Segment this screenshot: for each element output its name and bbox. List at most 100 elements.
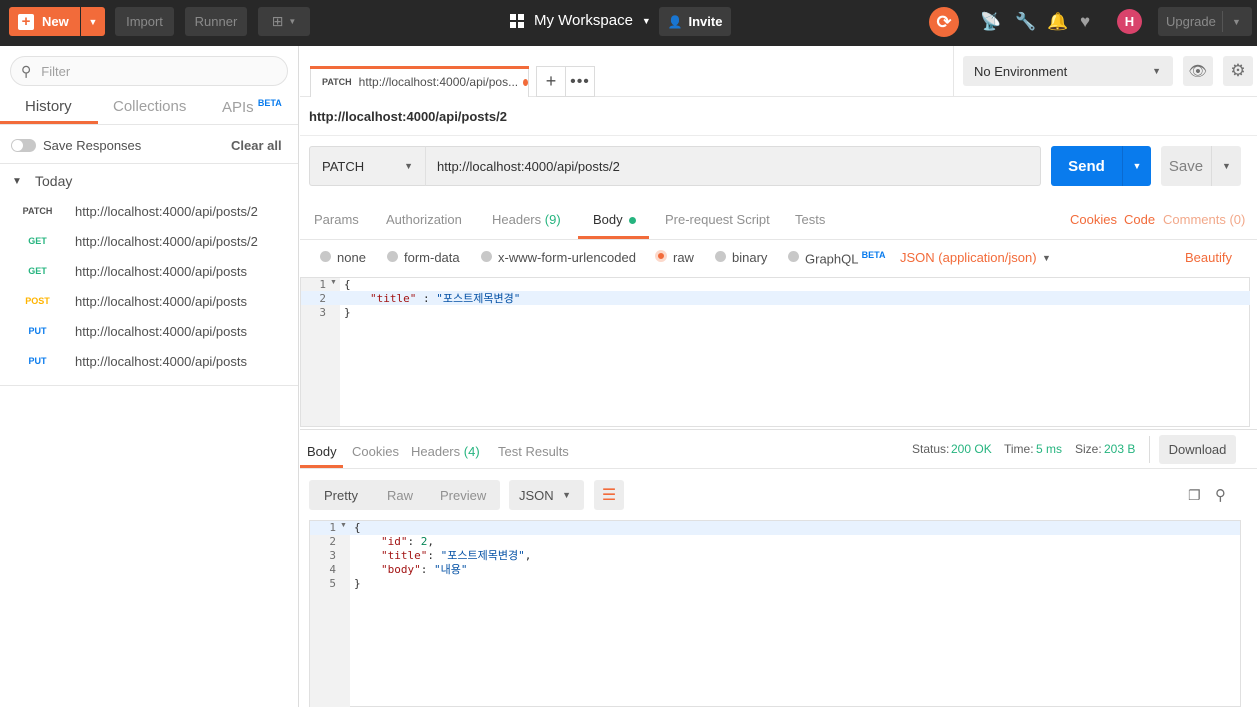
- radio-none-label: none: [337, 250, 366, 265]
- caret-down-icon[interactable]: ▼: [12, 176, 22, 187]
- download-button[interactable]: Download: [1159, 435, 1236, 464]
- history-item-method: PUT: [28, 326, 47, 336]
- upgrade-button[interactable]: Upgrade ▼: [1158, 7, 1252, 36]
- tab-params[interactable]: Params: [314, 212, 359, 227]
- fold-caret-icon[interactable]: ▼: [330, 279, 337, 286]
- wrap-lines-icon[interactable]: ☰: [594, 480, 624, 510]
- content-type-select[interactable]: JSON (application/json): [900, 250, 1037, 265]
- radio-binary-label: binary: [732, 250, 768, 265]
- history-item-url: http://localhost:4000/api/posts/2: [75, 203, 258, 219]
- view-raw-button[interactable]: Raw: [387, 488, 413, 503]
- beta-badge: BETA: [861, 250, 886, 260]
- code-link[interactable]: Code: [1124, 212, 1155, 227]
- filter-input[interactable]: ⚲ Filter: [10, 56, 288, 86]
- workspace-grid-icon: [510, 13, 524, 28]
- history-item-url: http://localhost:4000/api/posts: [75, 353, 248, 369]
- history-item[interactable]: PUT http://localhost:4000/api/posts: [0, 316, 298, 346]
- copy-icon[interactable]: ❐: [1188, 487, 1201, 504]
- code-line: "title": "포스트제목변경",: [381, 549, 532, 562]
- invite-button[interactable]: 👤 Invite: [659, 7, 731, 36]
- tab-collections[interactable]: Collections: [113, 98, 186, 115]
- send-button[interactable]: Send: [1051, 146, 1122, 186]
- status-value[interactable]: 200 OK: [951, 442, 992, 456]
- satellite-icon[interactable]: 📡: [980, 12, 1001, 32]
- radio-graphql-label: GraphQL BETA: [805, 250, 885, 266]
- request-tab[interactable]: PATCH http://localhost:4000/api/pos...: [310, 66, 529, 97]
- search-icon[interactable]: ⚲: [1215, 486, 1226, 504]
- code-line: "body": "내용": [381, 563, 468, 576]
- history-item[interactable]: PUT http://localhost:4000/api/posts: [0, 346, 298, 376]
- comments-link[interactable]: Comments (0): [1163, 212, 1245, 227]
- history-item[interactable]: POST http://localhost:4000/api/posts: [0, 286, 298, 316]
- caret-down-icon[interactable]: ▼: [1042, 253, 1051, 263]
- new-button[interactable]: + New: [9, 7, 80, 36]
- save-button[interactable]: Save: [1161, 146, 1211, 186]
- tab-history[interactable]: History: [25, 98, 72, 115]
- tab-prerequest-script[interactable]: Pre-request Script: [665, 212, 770, 227]
- heart-icon[interactable]: ♥: [1080, 12, 1090, 32]
- caret-down-icon: ▼: [562, 490, 571, 500]
- runner-button[interactable]: Runner: [185, 7, 247, 36]
- avatar[interactable]: H: [1117, 9, 1142, 34]
- format-value: JSON: [519, 487, 554, 503]
- tab-tests[interactable]: Tests: [795, 212, 825, 227]
- history-item[interactable]: GET http://localhost:4000/api/posts/2: [0, 226, 298, 256]
- radio-binary[interactable]: [715, 251, 726, 262]
- view-preview-button[interactable]: Preview: [440, 488, 486, 503]
- add-tab-button[interactable]: +: [536, 66, 566, 97]
- new-window-button[interactable]: ⊞ ▼: [258, 7, 310, 36]
- save-responses-toggle[interactable]: [11, 139, 36, 152]
- method-select[interactable]: PATCH ▼: [309, 146, 426, 186]
- fold-caret-icon[interactable]: ▼: [340, 522, 347, 529]
- time-label: Time:: [1004, 442, 1034, 456]
- json-key: "body": [381, 563, 421, 576]
- line-number: 1: [329, 521, 336, 534]
- request-title[interactable]: http://localhost:4000/api/posts/2: [309, 109, 507, 124]
- save-dropdown-button[interactable]: ▼: [1211, 146, 1241, 186]
- radio-none[interactable]: [320, 251, 331, 262]
- json-key: "id": [381, 535, 408, 548]
- new-dropdown-button[interactable]: ▼: [81, 7, 105, 36]
- beautify-button[interactable]: Beautify: [1185, 250, 1232, 265]
- radio-raw[interactable]: [655, 250, 667, 262]
- tab-authorization[interactable]: Authorization: [386, 212, 462, 227]
- radio-graphql[interactable]: [788, 251, 799, 262]
- import-button[interactable]: Import: [115, 7, 174, 36]
- tab-headers[interactable]: Headers (9): [492, 212, 561, 227]
- response-tab-headers[interactable]: Headers (4): [411, 444, 480, 459]
- format-select[interactable]: JSON ▼: [509, 480, 584, 510]
- response-tab-body[interactable]: Body: [307, 444, 337, 459]
- status-label: Status:: [912, 442, 950, 456]
- divider: [300, 429, 1257, 430]
- tab-body[interactable]: Body: [593, 212, 636, 227]
- more-tabs-button[interactable]: •••: [566, 66, 595, 97]
- size-value[interactable]: 203 B: [1104, 442, 1135, 456]
- bell-icon[interactable]: 🔔: [1047, 12, 1068, 32]
- view-pretty-button[interactable]: Pretty: [324, 488, 358, 503]
- wrench-icon[interactable]: 🔧: [1015, 12, 1036, 32]
- history-item[interactable]: PATCH http://localhost:4000/api/posts/2: [0, 196, 298, 226]
- cookies-link[interactable]: Cookies: [1070, 212, 1117, 227]
- plus-icon: +: [18, 13, 34, 30]
- clear-all-button[interactable]: Clear all: [231, 138, 282, 153]
- response-tab-test-results[interactable]: Test Results: [498, 444, 569, 459]
- history-item[interactable]: GET http://localhost:4000/api/posts: [0, 256, 298, 286]
- url-input[interactable]: http://localhost:4000/api/posts/2: [425, 146, 1041, 186]
- response-tab-cookies[interactable]: Cookies: [352, 444, 399, 459]
- request-tab-label: http://localhost:4000/api/pos...: [358, 75, 519, 89]
- radio-urlencoded[interactable]: [481, 251, 492, 262]
- code-line: }: [354, 577, 361, 590]
- code-line: }: [344, 306, 351, 319]
- environment-select[interactable]: No Environment ▼: [963, 56, 1173, 86]
- radio-form-data[interactable]: [387, 251, 398, 262]
- send-dropdown-button[interactable]: ▼: [1122, 146, 1151, 186]
- gear-icon[interactable]: ⚙: [1223, 56, 1253, 86]
- history-group-today[interactable]: Today: [35, 173, 72, 189]
- tab-apis[interactable]: APIs BETA: [222, 98, 282, 116]
- history-item-url: http://localhost:4000/api/posts: [75, 293, 248, 309]
- time-value[interactable]: 5 ms: [1036, 442, 1062, 456]
- sync-icon[interactable]: ⟳: [929, 7, 959, 37]
- history-item-method: GET: [28, 266, 47, 276]
- eye-icon[interactable]: 👁: [1183, 56, 1213, 86]
- workspace-selector[interactable]: My Workspace ▼: [510, 12, 651, 29]
